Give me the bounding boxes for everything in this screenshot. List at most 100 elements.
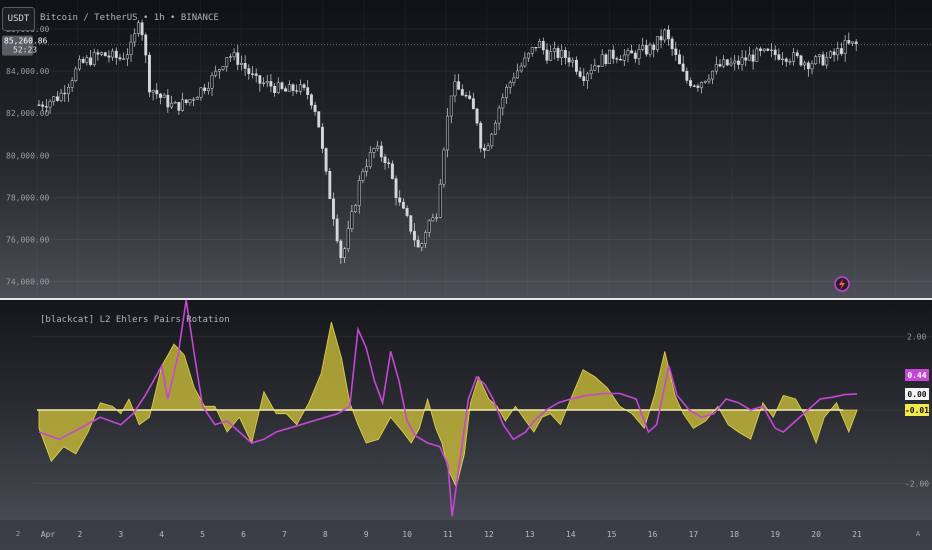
candle-body [295, 90, 299, 92]
candle-body [851, 41, 854, 44]
candle-body [324, 148, 328, 172]
left-axis-badge[interactable]: 2 [12, 528, 24, 540]
price-axis-label: 74,000.00 [6, 277, 50, 286]
candle-body [379, 145, 383, 158]
candle-body [217, 69, 221, 72]
candle-body [413, 231, 416, 241]
candle-body [707, 78, 711, 82]
candle-body [600, 54, 604, 67]
candle-body [549, 51, 553, 61]
candle-body [111, 50, 115, 58]
candle-body [799, 55, 803, 66]
price-axis-label: 78,000.00 [6, 193, 50, 202]
candle-body [177, 102, 181, 111]
candle-body [482, 147, 486, 151]
candle-body [619, 59, 623, 61]
candle-body [66, 87, 70, 95]
candle-body [582, 76, 586, 81]
candle-body [685, 70, 689, 81]
auto-scale-badge[interactable]: A [912, 528, 924, 540]
candle-body [722, 59, 726, 67]
candle-body [435, 217, 438, 219]
candle-body [276, 82, 280, 94]
candle-body [534, 46, 538, 49]
candle-body [574, 59, 578, 72]
candle-body [221, 66, 225, 70]
candle-body [784, 58, 788, 62]
candle-body [630, 50, 634, 54]
candle-body [464, 95, 468, 97]
candle-body [273, 85, 277, 94]
candle-body [427, 220, 431, 233]
candle-body [287, 84, 291, 92]
candle-body [556, 48, 560, 58]
candle-body [243, 62, 247, 69]
price-axis-label: 76,000.00 [6, 235, 50, 244]
time-axis-bar: 2 A [0, 520, 932, 550]
candle-body [700, 81, 704, 88]
candle-body [173, 102, 177, 104]
candle-body [346, 228, 350, 250]
candle-body [291, 84, 295, 91]
candle-body [493, 122, 497, 135]
candle-body [195, 97, 199, 100]
candle-body [560, 50, 564, 58]
indicator-axis-label: 2.00 [907, 333, 926, 342]
candle-body [114, 50, 118, 58]
candle-body [740, 57, 744, 65]
candle-body [773, 49, 777, 55]
candle-body [265, 81, 269, 84]
candle-body [659, 36, 663, 41]
candle-body [247, 68, 251, 75]
candle-body [633, 52, 637, 59]
chart-canvas: 86,000.0084,000.0082,000.0080,000.0078,0… [2, 0, 932, 539]
candle-body [490, 133, 494, 147]
candle-body [52, 96, 56, 102]
candle-body [854, 41, 858, 44]
candle-body [744, 57, 748, 61]
candle-body [361, 171, 365, 181]
candle-body [328, 170, 332, 199]
countdown-label: 52:23 [13, 46, 37, 55]
candle-body [409, 215, 413, 232]
candle-body [424, 232, 427, 244]
candle-body [184, 99, 188, 103]
candle-body [262, 82, 265, 84]
candle-body [530, 46, 534, 54]
candle-body [225, 57, 229, 67]
candle-body [759, 48, 762, 51]
candle-body [192, 99, 196, 101]
candle-body [206, 88, 210, 92]
candle-body [840, 48, 843, 54]
currency-button[interactable]: USDT [2, 7, 35, 31]
candle-body [655, 36, 659, 50]
candle-body [453, 81, 457, 97]
candle-body [236, 52, 240, 65]
candle-body [398, 197, 402, 203]
candle-body [332, 198, 335, 220]
candle-body [44, 106, 48, 108]
candle-body [269, 81, 273, 87]
candle-body [343, 248, 346, 259]
candle-body [78, 59, 81, 70]
candle-body [140, 22, 144, 36]
candle-body [210, 74, 214, 89]
candle-body [714, 64, 718, 72]
candle-body [589, 69, 593, 75]
candle-body [479, 122, 483, 149]
candle-body [55, 96, 59, 101]
candle-body [527, 53, 531, 59]
candle-body [48, 101, 52, 108]
candle-body [203, 87, 207, 92]
candle-body [733, 60, 737, 64]
candle-body [792, 52, 796, 62]
candle-body [652, 44, 656, 50]
indicator-axis-label: -2.00 [905, 479, 929, 488]
indicator-title: [blackcat] L2 Ehlers Pairs Rotation [40, 315, 230, 325]
candle-body [232, 52, 236, 57]
candle-body [468, 95, 472, 99]
candle-body [394, 178, 398, 199]
candle-body [770, 49, 773, 51]
price-axis-label: 80,000.00 [6, 151, 50, 160]
candle-body [339, 240, 343, 259]
